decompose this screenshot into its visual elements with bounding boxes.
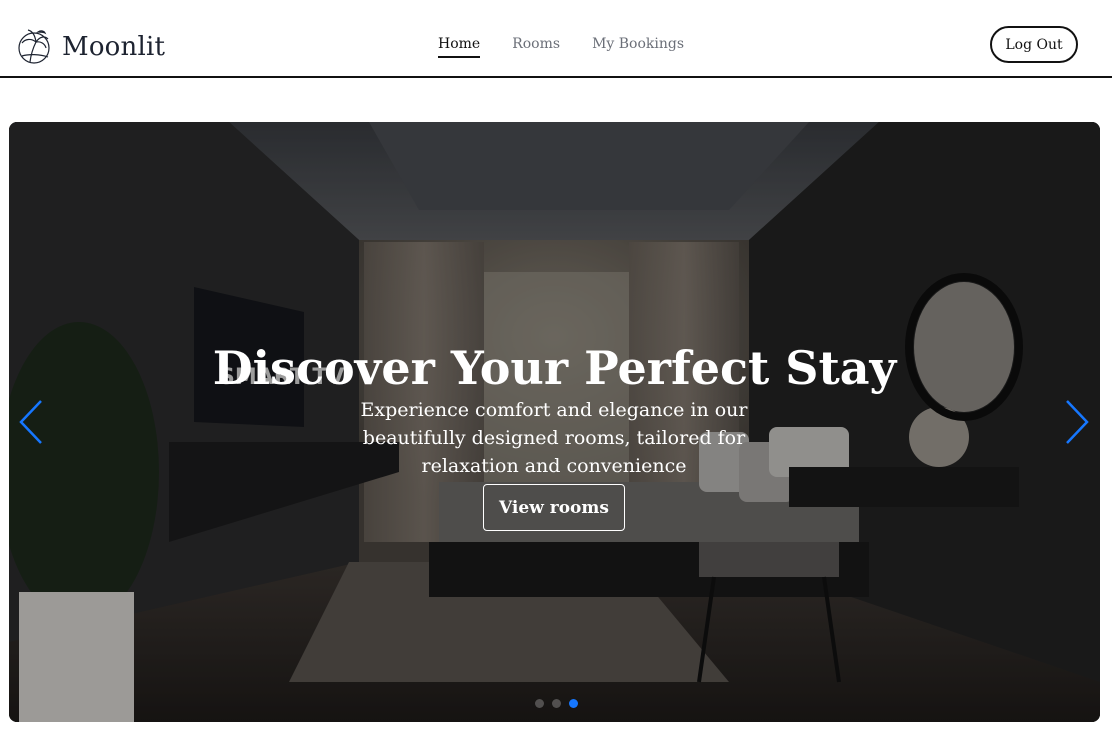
nav-item-rooms[interactable]: Rooms [512,36,560,58]
logout-button[interactable]: Log Out [990,26,1078,63]
brand-name: Moonlit [62,32,166,62]
carousel-dot[interactable] [552,699,561,708]
carousel-dot-active[interactable] [569,699,578,708]
palm-moon-logo-icon [16,24,52,70]
nav-item-home[interactable]: Home [438,36,481,58]
hero-carousel: SMART TV Discover Your Perfect Stay Expe… [9,122,1100,722]
hero-subtitle: Experience comfort and elegance in our b… [360,399,748,477]
carousel-dots [535,699,578,708]
view-rooms-button[interactable]: View rooms [483,484,625,531]
chevron-left-icon[interactable] [17,399,47,445]
top-nav-bar: Moonlit Home Rooms My Bookings Log Out [0,0,1112,78]
carousel-dot[interactable] [535,699,544,708]
chevron-right-icon[interactable] [1061,399,1091,445]
hero-title: Discover Your Perfect Stay [212,340,897,395]
brand[interactable]: Moonlit [16,24,165,70]
nav-item-my-bookings[interactable]: My Bookings [592,36,684,58]
main-nav: Home Rooms My Bookings [438,36,684,58]
